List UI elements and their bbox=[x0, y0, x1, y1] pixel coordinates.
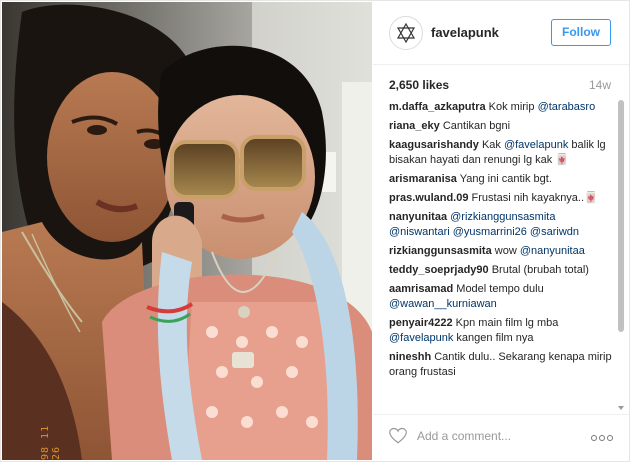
comment-text: Model tempo dulu bbox=[456, 283, 544, 295]
scrollbar-thumb[interactable] bbox=[618, 100, 624, 332]
comment-item: aamrisamad Model tempo dulu @wawan__kurn… bbox=[389, 282, 613, 312]
post-footer: Add a comment... bbox=[373, 414, 629, 461]
comment-mention[interactable]: @favelapunk bbox=[389, 332, 453, 344]
comment-item: riana_eky Cantikan bgni bbox=[389, 119, 613, 134]
comment-username[interactable]: arismaranisa bbox=[389, 173, 457, 185]
star-of-david-logo-icon bbox=[396, 22, 416, 44]
comment-item: arismaranisa Yang ini cantik bgt. bbox=[389, 172, 613, 187]
comment-text: kangen film nya bbox=[453, 332, 534, 344]
comment-item: pras.wuland.09 Frustasi nih kayaknya..🀄 bbox=[389, 191, 613, 206]
post-photo[interactable]: 98 11 26 bbox=[2, 2, 372, 460]
comment-mention[interactable]: @wawan__kurniawan bbox=[389, 298, 497, 310]
comment-text: Frustasi nih kayaknya..🀄 bbox=[471, 192, 598, 204]
comment-text: Kok mirip bbox=[488, 101, 538, 113]
comment-item: rizkianggunsasmita wow @nanyunitaa bbox=[389, 244, 613, 259]
post-age[interactable]: 14w bbox=[589, 78, 611, 92]
comment-mention[interactable]: @favelapunk bbox=[504, 139, 568, 151]
post-header: favelapunk Follow bbox=[373, 2, 629, 65]
scroll-down-arrow-icon[interactable] bbox=[618, 406, 624, 410]
post-stats: 2,650 likes 14w bbox=[389, 78, 611, 96]
comment-username[interactable]: penyair4222 bbox=[389, 317, 453, 329]
comment-text: Brutal (brubah total) bbox=[491, 264, 589, 276]
comment-username[interactable]: nineshh bbox=[389, 351, 431, 363]
comment-mention[interactable]: @nanyunitaa bbox=[520, 245, 585, 257]
comment-username[interactable]: aamrisamad bbox=[389, 283, 453, 295]
comment-username[interactable]: pras.wuland.09 bbox=[389, 192, 468, 204]
comment-username[interactable]: riana_eky bbox=[389, 120, 440, 132]
comment-username[interactable]: kaagusarishandy bbox=[389, 139, 479, 151]
comment-text: wow bbox=[494, 245, 520, 257]
ellipsis-icon[interactable] bbox=[591, 435, 613, 441]
comment-item: nanyunitaa @rizkianggunsasmita @niswanta… bbox=[389, 210, 613, 240]
comment-item: m.daffa_azkaputra Kok mirip @tarabasro bbox=[389, 100, 613, 115]
comment-username[interactable]: teddy_soeprjady90 bbox=[389, 264, 489, 276]
photo-date-stamp: 98 11 26 bbox=[40, 424, 62, 460]
instagram-post: 98 11 26 favelapunk Follow 2,650 likes 1… bbox=[0, 0, 630, 462]
comment-list[interactable]: m.daffa_azkaputra Kok mirip @tarabasro ri… bbox=[389, 100, 613, 410]
comment-text: Kpn main film lg mba bbox=[455, 317, 559, 329]
photo-illustration bbox=[2, 2, 372, 460]
comment-item: penyair4222 Kpn main film lg mba @favela… bbox=[389, 316, 613, 346]
post-sidebar: favelapunk Follow 2,650 likes 14w m.daff… bbox=[373, 2, 629, 460]
comment-text: Kak bbox=[481, 139, 504, 151]
comment-text: Cantikan bgni bbox=[442, 120, 511, 132]
heart-icon[interactable] bbox=[389, 427, 407, 445]
comment-mention[interactable]: @tarabasro bbox=[538, 101, 596, 113]
comment-username[interactable]: rizkianggunsasmita bbox=[389, 245, 492, 257]
comment-item: teddy_soeprjady90 Brutal (brubah total) bbox=[389, 263, 613, 278]
follow-button[interactable]: Follow bbox=[551, 19, 611, 46]
comment-username[interactable]: nanyunitaa bbox=[389, 211, 447, 223]
comment-username[interactable]: m.daffa_azkaputra bbox=[389, 101, 486, 113]
comment-item: nineshh Cantik dulu.. Sekarang kenapa mi… bbox=[389, 350, 613, 380]
username-link[interactable]: favelapunk bbox=[431, 25, 499, 40]
comment-text: Yang ini cantik bgt. bbox=[459, 173, 552, 185]
add-comment-input[interactable]: Add a comment... bbox=[417, 429, 511, 443]
comment-scrollbar[interactable] bbox=[617, 100, 625, 410]
avatar[interactable] bbox=[389, 16, 423, 50]
likes-count[interactable]: 2,650 likes bbox=[389, 78, 449, 92]
comment-item: kaagusarishandy Kak @favelapunk balik lg… bbox=[389, 138, 613, 168]
